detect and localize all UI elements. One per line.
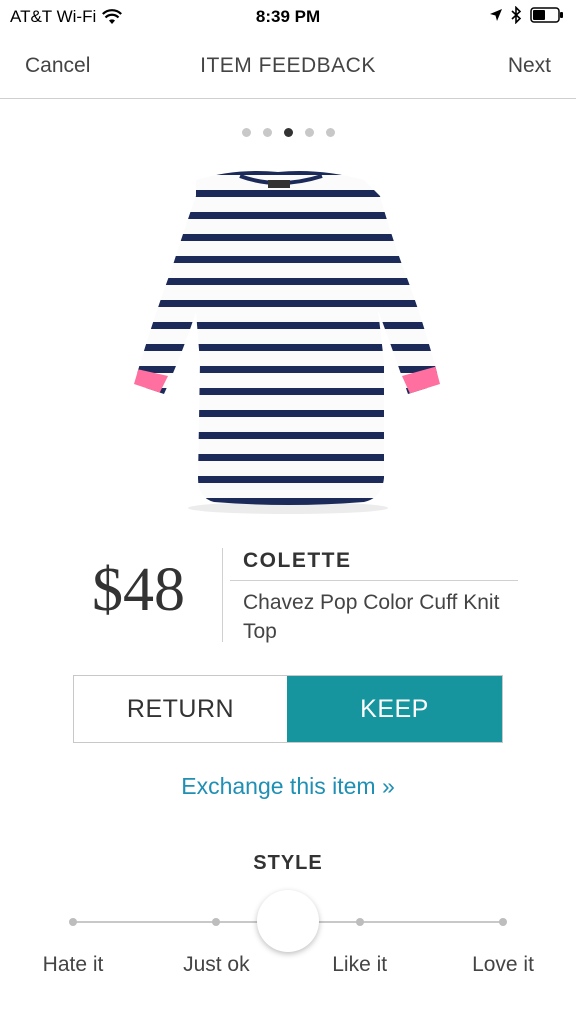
brand-name: COLETTE — [243, 549, 352, 572]
rating-option-label[interactable]: Love it — [472, 953, 534, 977]
brand-divider — [230, 580, 518, 581]
style-rating-slider[interactable] — [69, 890, 507, 952]
page-indicator — [0, 128, 576, 137]
rating-option-label[interactable]: Like it — [332, 953, 387, 977]
navigation-bar: Cancel ITEM FEEDBACK Next — [0, 34, 576, 99]
slider-tick[interactable] — [69, 918, 77, 926]
slider-thumb[interactable] — [257, 890, 319, 952]
wifi-icon — [102, 9, 123, 24]
status-icons — [489, 6, 564, 24]
price-divider — [222, 548, 223, 642]
keep-button[interactable]: KEEP — [287, 676, 502, 742]
page-dot-5[interactable] — [325, 128, 335, 137]
bluetooth-icon — [511, 6, 522, 24]
page-dot-1[interactable] — [241, 128, 251, 137]
striped-knit-top-image — [134, 171, 440, 514]
slider-tick[interactable] — [212, 918, 221, 926]
next-button[interactable]: Next — [508, 54, 551, 78]
style-rating-heading: STYLE — [253, 852, 323, 874]
return-button[interactable]: RETURN — [74, 676, 287, 742]
battery-icon — [530, 7, 563, 23]
cancel-button[interactable]: Cancel — [25, 54, 90, 78]
carrier-indicator: AT&T Wi-Fi — [10, 7, 123, 27]
rating-option-label[interactable]: Just ok — [183, 953, 250, 977]
keep-return-toggle: RETURN KEEP — [73, 675, 503, 743]
page-dot-3[interactable] — [283, 128, 293, 137]
rating-option-label[interactable]: Hate it — [43, 953, 104, 977]
item-name: Chavez Pop Color Cuff Knit Top — [243, 591, 500, 643]
exchange-item-link[interactable]: Exchange this item » — [0, 773, 576, 800]
carrier-name: AT&T Wi-Fi — [10, 7, 97, 26]
slider-tick[interactable] — [355, 918, 364, 926]
page-dot-2[interactable] — [262, 128, 272, 137]
price: $48 — [92, 556, 185, 624]
location-arrow-icon — [490, 9, 502, 21]
status-bar: AT&T Wi-Fi 8:39 PM — [0, 0, 576, 34]
page-dot-4[interactable] — [304, 128, 314, 137]
slider-tick[interactable] — [499, 918, 507, 926]
